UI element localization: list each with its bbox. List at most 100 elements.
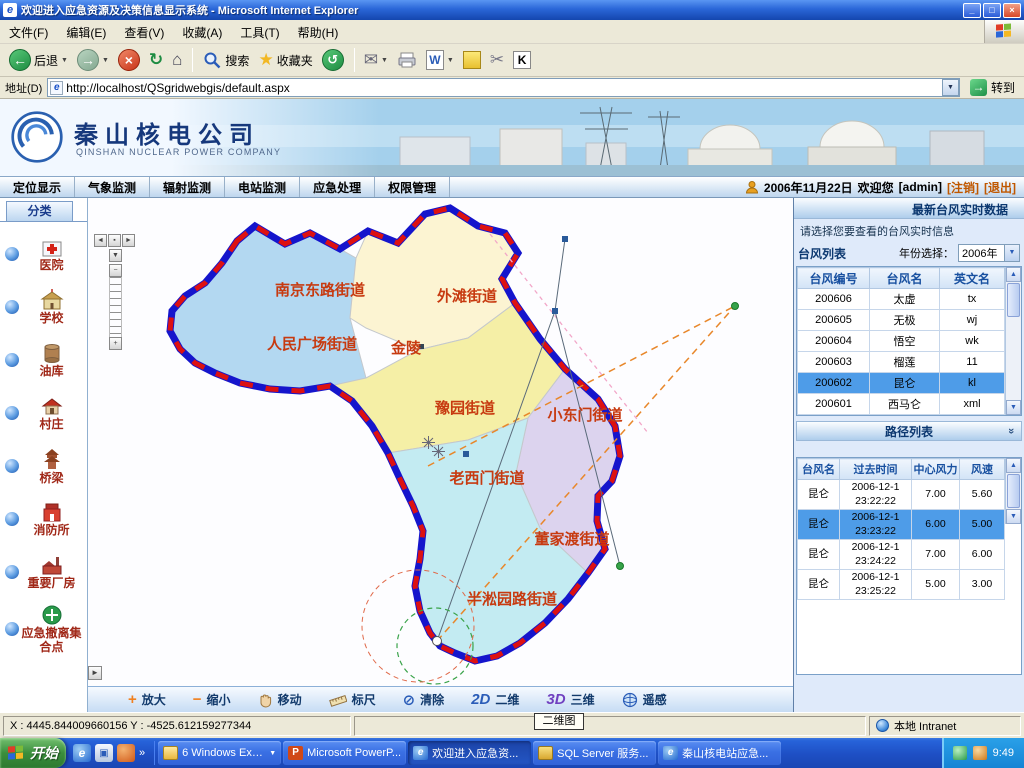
district-map[interactable]: 南京东路街道 外滩街道 人民广场街道 金陵 豫园街道 小东门街道 老西门街道 董… <box>88 198 793 686</box>
zoom-in-button[interactable]: + <box>109 337 122 350</box>
minimize-button[interactable]: _ <box>963 3 981 18</box>
quicklaunch-desktop-icon[interactable]: ▣ <box>95 744 113 762</box>
taskbar-window-explorer-group[interactable]: 6 Windows Expl... ▼ <box>158 741 281 765</box>
mail-dropdown-icon[interactable]: ▼ <box>381 57 388 64</box>
quicklaunch-overflow-chevron[interactable]: » <box>139 747 145 759</box>
tray-icon[interactable] <box>973 746 987 760</box>
address-url[interactable]: http://localhost/QSgridwebgis/default.as… <box>66 81 942 95</box>
zoom-out-tool[interactable]: − 缩小 <box>193 691 231 708</box>
go-button[interactable]: → 转到 <box>966 79 1019 96</box>
sidebar-item-assembly-point[interactable]: 应急撤离集合点 <box>0 604 87 655</box>
sidebar-expand-button[interactable]: ► <box>88 666 102 680</box>
layer-toggle-icon[interactable] <box>5 565 19 579</box>
menu-edit[interactable]: 编辑(E) <box>57 20 115 43</box>
favorites-button[interactable]: ★ 收藏夹 <box>254 48 316 72</box>
select-dropdown-icon[interactable]: ▼ <box>1004 245 1019 261</box>
forward-button[interactable]: → ▼ <box>73 47 113 73</box>
maximize-button[interactable]: □ <box>983 3 1001 18</box>
year-select[interactable]: 2006年 ▼ <box>958 244 1020 262</box>
address-input[interactable]: e http://localhost/QSgridwebgis/default.… <box>47 78 960 97</box>
sidebar-item-fire-station[interactable]: 消防所 <box>0 498 87 540</box>
edit-dropdown-icon[interactable]: ▼ <box>447 57 454 64</box>
nav-item-emergency[interactable]: 应急处理 <box>300 177 375 197</box>
layer-toggle-icon[interactable] <box>5 459 19 473</box>
layer-toggle-icon[interactable] <box>5 512 19 526</box>
stop-button[interactable]: × <box>114 47 144 73</box>
sidebar-item-oil-depot[interactable]: 油库 <box>0 339 87 381</box>
pan-center-button[interactable]: ▪ <box>108 234 121 247</box>
view-2d-tool[interactable]: 2D 二维 <box>471 691 519 708</box>
pan-down-button[interactable]: ▼ <box>109 249 122 262</box>
forward-dropdown-icon[interactable]: ▼ <box>102 57 109 64</box>
typhoon-row[interactable]: 200604悟空wk <box>798 331 1005 352</box>
tray-icon[interactable] <box>953 746 967 760</box>
typhoon-row[interactable]: 200603榴莲11 <box>798 352 1005 373</box>
path-row[interactable]: 昆仑2006-12-1 23:25:225.003.00 <box>798 570 1005 600</box>
remote-sensing-tool[interactable]: 遥感 <box>622 691 667 708</box>
home-button[interactable]: ⌂ <box>168 48 186 72</box>
sidebar-item-hospital[interactable]: 医院 <box>0 233 87 275</box>
nav-item-locate[interactable]: 定位显示 <box>0 177 75 197</box>
view-3d-tool[interactable]: 3D 三维 <box>546 691 594 708</box>
path-table-scrollbar[interactable]: ▲ ▼ <box>1005 458 1021 524</box>
path-row-selected[interactable]: 昆仑2006-12-1 23:23:226.005.00 <box>798 510 1005 540</box>
nav-item-station[interactable]: 电站监测 <box>225 177 300 197</box>
ruler-tool[interactable]: 标尺 <box>329 691 376 708</box>
category-tab[interactable]: 分类 <box>6 201 73 221</box>
collapse-chevron-icon[interactable]: » <box>1005 428 1017 434</box>
scroll-thumb[interactable] <box>1007 283 1020 317</box>
nav-item-radiation[interactable]: 辐射监测 <box>150 177 225 197</box>
clear-tool[interactable]: ⊘ 清除 <box>403 691 445 709</box>
sidebar-item-bridge[interactable]: 桥梁 <box>0 445 87 487</box>
taskbar-window-powerpoint[interactable]: P Microsoft PowerP... <box>283 741 406 765</box>
pan-right-button[interactable]: ► <box>122 234 135 247</box>
back-dropdown-icon[interactable]: ▼ <box>61 57 68 64</box>
mail-button[interactable]: ✉ ▼ <box>360 48 392 72</box>
menu-file[interactable]: 文件(F) <box>0 20 57 43</box>
k-tool-button[interactable]: K <box>509 49 535 71</box>
sidebar-item-village[interactable]: 村庄 <box>0 392 87 434</box>
layer-toggle-icon[interactable] <box>5 300 19 314</box>
zoom-in-tool[interactable]: + 放大 <box>128 691 166 708</box>
back-button[interactable]: ← 后退 ▼ <box>5 47 72 73</box>
layer-toggle-icon[interactable] <box>5 622 19 636</box>
close-button[interactable]: × <box>1003 3 1021 18</box>
typhoon-table-scrollbar[interactable]: ▲ ▼ <box>1005 267 1021 415</box>
path-row[interactable]: 昆仑2006-12-1 23:22:227.005.60 <box>798 480 1005 510</box>
typhoon-row[interactable]: 200605无极wj <box>798 310 1005 331</box>
scroll-up-icon[interactable]: ▲ <box>1006 267 1021 282</box>
scroll-down-icon[interactable]: ▼ <box>1006 400 1021 415</box>
taskbar-window-qinshan[interactable]: e 秦山核电站应急... <box>658 741 781 765</box>
layer-toggle-icon[interactable] <box>5 353 19 367</box>
menu-help[interactable]: 帮助(H) <box>289 20 348 43</box>
history-button[interactable]: ↺ <box>318 47 348 73</box>
typhoon-row[interactable]: 200606太虚tx <box>798 289 1005 310</box>
nav-item-weather[interactable]: 气象监测 <box>75 177 150 197</box>
scroll-thumb[interactable] <box>1007 474 1020 508</box>
path-row[interactable]: 昆仑2006-12-1 23:24:227.006.00 <box>798 540 1005 570</box>
search-button[interactable]: 搜索 <box>198 48 253 72</box>
pan-left-button[interactable]: ◄ <box>94 234 107 247</box>
taskbar-window-emergency-system[interactable]: e 欢迎进入应急资... <box>408 741 531 765</box>
logout-link[interactable]: [注销] <box>947 179 979 196</box>
menu-view[interactable]: 查看(V) <box>115 20 173 43</box>
exit-link[interactable]: [退出] <box>984 179 1016 196</box>
start-button[interactable]: 开始 <box>0 738 66 768</box>
layer-toggle-icon[interactable] <box>5 247 19 261</box>
quicklaunch-ie-icon[interactable]: e <box>73 744 91 762</box>
scroll-up-icon[interactable]: ▲ <box>1006 458 1021 473</box>
menu-tools[interactable]: 工具(T) <box>231 20 288 43</box>
layer-toggle-icon[interactable] <box>5 406 19 420</box>
cut-tool-button[interactable]: ✂ <box>486 48 508 72</box>
menu-favorites[interactable]: 收藏(A) <box>173 20 231 43</box>
notes-button[interactable] <box>459 49 485 71</box>
sidebar-item-key-buildings[interactable]: 重要厂房 <box>0 551 87 593</box>
sidebar-item-school[interactable]: 学校 <box>0 286 87 328</box>
path-list-header[interactable]: 路径列表 » <box>796 421 1022 441</box>
quicklaunch-media-icon[interactable] <box>117 744 135 762</box>
zoom-out-button[interactable]: − <box>109 264 122 277</box>
refresh-button[interactable]: ↻ <box>145 48 167 72</box>
print-button[interactable] <box>393 49 421 71</box>
taskbar-window-sql-server[interactable]: SQL Server 服务... <box>533 741 656 765</box>
typhoon-row[interactable]: 200601西马仑xml <box>798 394 1005 415</box>
